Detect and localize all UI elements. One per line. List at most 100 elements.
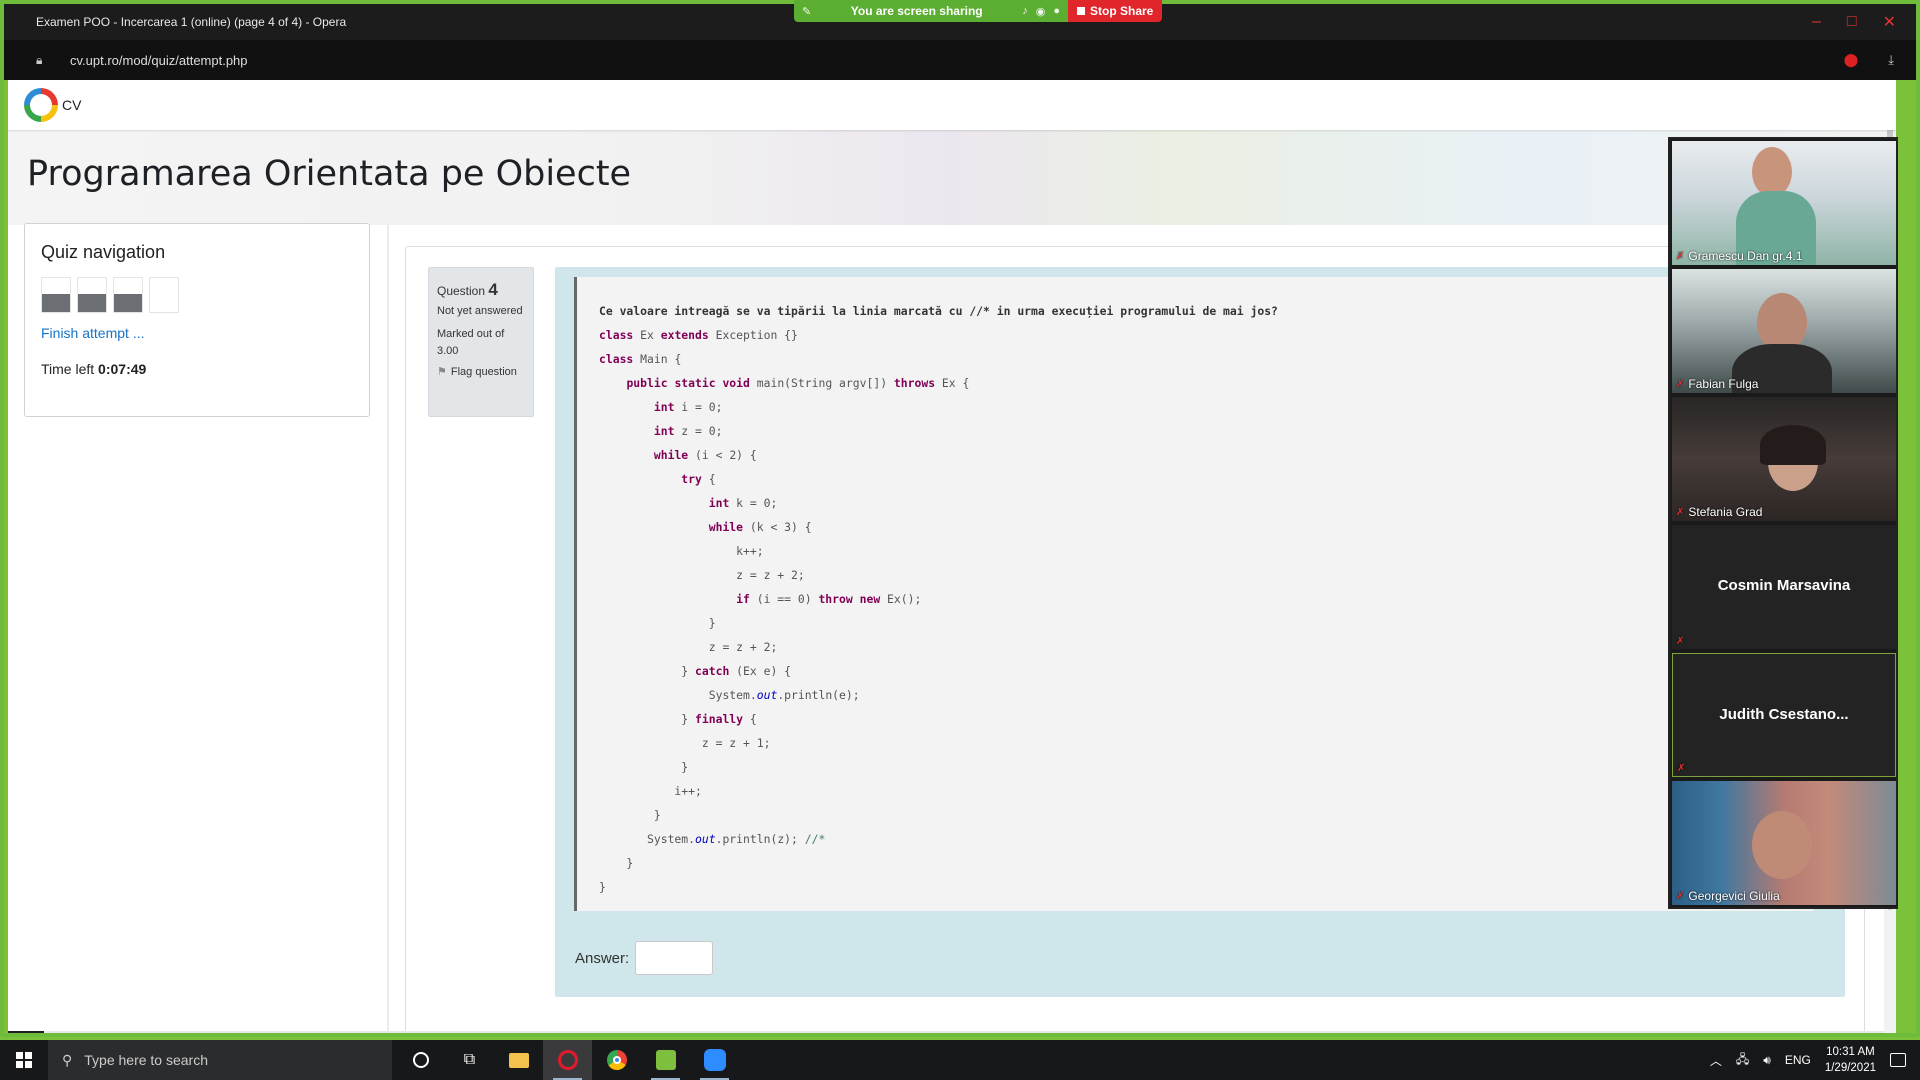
start-button[interactable] — [0, 1040, 48, 1080]
sharing-status-text: You are screen sharing — [850, 4, 983, 18]
code-line: while (k < 3) { — [599, 515, 1792, 539]
system-tray: ︿ 🖧︎ 🔊︎ ENG 10:31 AM 1/29/2021 — [1710, 1040, 1920, 1080]
code-token: try — [681, 472, 702, 486]
code-token: k = 0; — [729, 496, 778, 510]
participant-tile-1[interactable]: ✗ Gramescu Dan gr.4.1 — [1672, 141, 1896, 265]
participant-tile-6[interactable]: ✗ Georgevici Giulia — [1672, 781, 1896, 905]
language-indicator[interactable]: ENG — [1785, 1053, 1811, 1067]
android-studio-taskbar-button[interactable] — [641, 1040, 690, 1080]
code-token: int — [653, 424, 675, 438]
question-content: Ce valoare intreagă se va tipării la lin… — [555, 267, 1845, 997]
participant-tile-2[interactable]: ✗ Fabian Fulga — [1672, 269, 1896, 393]
question-nav-button-1[interactable] — [41, 277, 71, 313]
participant-tile-3[interactable]: ✗ Stefania Grad — [1672, 397, 1896, 521]
chevron-up-icon[interactable]: ︿ — [1710, 1052, 1722, 1069]
code-line: z = z + 2; — [599, 635, 1792, 659]
participant-tile-5[interactable]: Judith Csestano... ✗ — [1672, 653, 1896, 777]
minimize-icon[interactable]: – — [1812, 13, 1821, 31]
code-token: .println(z); — [715, 832, 805, 846]
download-icon[interactable]: ⤓ — [1888, 52, 1894, 68]
code-token: System. — [599, 832, 696, 846]
chrome-taskbar-button[interactable] — [592, 1040, 641, 1080]
code-listing: class Ex extends Exception {} class Main … — [599, 323, 1792, 899]
code-token: finally — [695, 712, 744, 726]
lock-icon[interactable]: 🔒︎ — [36, 53, 50, 67]
site-logo-icon[interactable] — [24, 88, 58, 122]
mic-muted-icon: ✗ — [1676, 378, 1685, 390]
code-token: z = z + 2; — [599, 568, 805, 582]
code-token: z = z + 2; — [599, 640, 778, 654]
file-explorer-button[interactable] — [494, 1040, 543, 1080]
answer-label: Answer: — [575, 949, 630, 967]
code-line: int z = 0; — [599, 419, 1792, 443]
code-token: while — [653, 448, 689, 462]
close-icon[interactable]: ✕ — [1883, 12, 1896, 32]
taskbar-search[interactable]: ⚲ Type here to search — [48, 1040, 392, 1080]
answer-input[interactable] — [635, 941, 714, 975]
task-view-button[interactable]: ⧉ — [445, 1040, 494, 1080]
opera-taskbar-button[interactable] — [543, 1040, 592, 1080]
code-token: out — [756, 688, 778, 702]
search-icon: ⚲ — [62, 1051, 73, 1068]
network-icon[interactable]: 🖧︎ — [1736, 1050, 1749, 1071]
maximize-icon[interactable]: □ — [1847, 13, 1857, 31]
code-token: (i < 2) { — [688, 448, 757, 462]
code-token: main(String argv[]) — [749, 376, 894, 390]
participant-tile-4[interactable]: Cosmin Marsavina ✗ — [1672, 525, 1896, 649]
taskbar-clock[interactable]: 10:31 AM 1/29/2021 — [1825, 1044, 1876, 1076]
question-info-box: Question 4 Not yet answered Marked out o… — [428, 267, 534, 417]
code-line: public static void main(String argv[]) t… — [599, 371, 1792, 395]
flag-question-button[interactable]: ⚑ Flag question — [437, 364, 525, 381]
volume-icon[interactable]: 🔊︎ — [1763, 1053, 1771, 1068]
code-token: while — [708, 520, 744, 534]
participant-name-4: Cosmin Marsavina — [1717, 577, 1851, 594]
web-page: CV Programarea Orientata pe Obiecte Quiz… — [8, 80, 1896, 1035]
participant-video — [1752, 811, 1812, 879]
answer-row: Answer: — [575, 941, 714, 975]
participant-name-2: ✗ Fabian Fulga — [1676, 377, 1759, 391]
stop-share-button[interactable]: Stop Share — [1068, 0, 1163, 22]
code-token: .println(e); — [777, 688, 860, 702]
zoom-taskbar-button[interactable] — [690, 1040, 739, 1080]
share-pause-icon[interactable]: ◉ — [1036, 5, 1046, 18]
share-shield-icon[interactable]: ● — [1053, 5, 1060, 17]
quiz-navigation-heading: Quiz navigation — [41, 242, 166, 262]
page-horizontal-scrollbar[interactable] — [8, 1031, 1884, 1035]
opera-icon — [557, 1050, 578, 1070]
code-token: { — [701, 472, 716, 486]
code-token: int — [708, 496, 730, 510]
code-line: } — [599, 803, 1792, 827]
flag-question-label: Flag question — [450, 366, 517, 379]
question-number: Question 4 — [437, 277, 525, 303]
share-pen-icon[interactable]: ✎ — [802, 5, 811, 18]
code-line: } — [599, 611, 1792, 635]
course-title: Programarea Orientata pe Obiecte — [27, 154, 632, 194]
code-line: k++; — [599, 539, 1792, 563]
quiz-navigation-block: Quiz navigation Finish attempt ... Time … — [24, 223, 370, 417]
code-token: (k < 3) { — [743, 520, 812, 534]
share-mic-icon[interactable]: ♪ — [1022, 5, 1028, 17]
code-line: i++; — [599, 779, 1792, 803]
code-token: public static void — [626, 376, 750, 390]
finish-attempt-link[interactable]: Finish attempt ... — [41, 325, 353, 341]
code-token: System. — [599, 688, 757, 702]
cortana-button[interactable] — [396, 1040, 445, 1080]
participant-video-hair — [1760, 425, 1826, 465]
code-token: int — [653, 400, 675, 414]
question-label: Question — [437, 284, 486, 298]
time-left-value: 0:07:49 — [98, 361, 147, 377]
notifications-icon[interactable] — [1890, 1053, 1906, 1067]
question-nav-button-2[interactable] — [77, 277, 107, 313]
site-logo-text[interactable]: CV — [62, 97, 81, 113]
taskbar-apps: ⧉ — [396, 1040, 739, 1080]
url-text[interactable]: cv.upt.ro/mod/quiz/attempt.php — [70, 53, 248, 68]
mic-muted-icon: ✗ — [1677, 763, 1686, 774]
adblock-shield-icon[interactable]: ⬤ — [1844, 52, 1859, 68]
question-nav-button-4[interactable] — [149, 277, 179, 313]
question-nav-button-3[interactable] — [113, 277, 143, 313]
code-line: if (i == 0) throw new Ex(); — [599, 587, 1792, 611]
mic-muted-icon: ✗ — [1676, 890, 1685, 902]
window-controls: – □ ✕ — [1812, 4, 1896, 40]
